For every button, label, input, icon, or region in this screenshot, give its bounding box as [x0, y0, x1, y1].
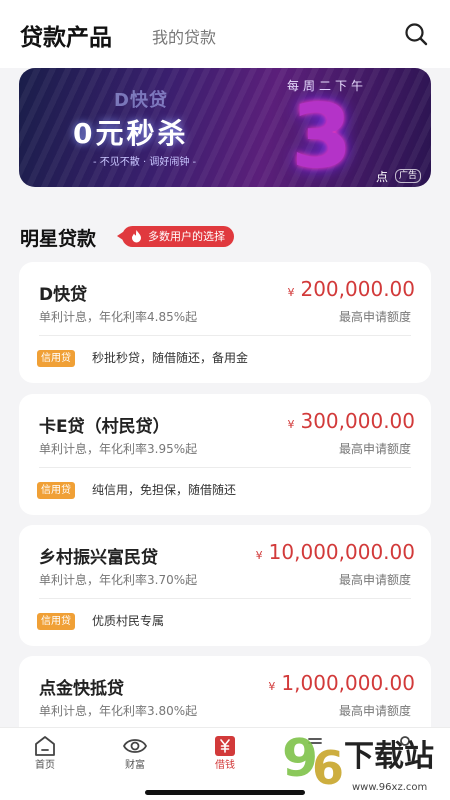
- banner-subtitle: D快贷: [114, 90, 168, 111]
- loan-name: 卡E贷（村民贷）: [39, 417, 170, 437]
- card-divider: [39, 598, 411, 599]
- loan-max-amount: ¥300,000.00: [287, 409, 415, 433]
- loan-rate: 单利计息，年化利率3.80%起: [39, 704, 198, 718]
- loan-feature: 纯信用，免担保，随借随还: [92, 483, 237, 497]
- loan-rate: 单利计息，年化利率3.95%起: [39, 442, 198, 456]
- loan-feature: 秒批秒贷，随借随还，备用金: [92, 351, 249, 365]
- loan-rate: 单利计息，年化利率4.85%起: [39, 310, 198, 324]
- home-indicator[interactable]: [145, 790, 305, 795]
- loan-feature: 优质村民专属: [92, 614, 165, 628]
- top-header: 贷款产品 我的贷款: [0, 0, 450, 68]
- home-icon: [35, 736, 55, 756]
- loan-limit-label: 最高申请额度: [338, 704, 411, 718]
- banner-hour-text: 点: [376, 170, 389, 184]
- loan-rate: 单利计息，年化利率3.70%起: [39, 573, 198, 587]
- loan-name: D快贷: [39, 285, 88, 305]
- search-icon[interactable]: [404, 22, 428, 46]
- loan-max-amount: ¥1,000,000.00: [268, 671, 415, 695]
- tab-home[interactable]: 首页: [0, 728, 90, 788]
- watermark-url: www.96xz.com: [352, 782, 428, 793]
- card-divider: [39, 467, 411, 468]
- amount-value: 200,000.00: [300, 277, 415, 301]
- tab-wealth-label: 财富: [125, 760, 145, 771]
- amount-value: 1,000,000.00: [281, 671, 415, 695]
- watermark-text: 下载站: [344, 739, 434, 774]
- loan-limit-label: 最高申请额度: [338, 573, 411, 587]
- tab-home-label: 首页: [35, 760, 55, 771]
- popular-badge-label: 多数用户的选择: [148, 230, 225, 243]
- currency-symbol: ¥: [287, 418, 295, 431]
- popular-badge: 多数用户的选择: [117, 226, 234, 247]
- section-title: 明星贷款: [20, 228, 97, 250]
- loan-card[interactable]: 卡E贷（村民贷） ¥300,000.00 单利计息，年化利率3.95%起 最高申…: [19, 394, 431, 515]
- amount-value: 10,000,000.00: [268, 540, 415, 564]
- eye-icon: [123, 739, 147, 753]
- currency-symbol: ¥: [255, 549, 263, 562]
- currency-symbol: ¥: [268, 680, 276, 693]
- tab-my-loans[interactable]: 我的贷款: [152, 24, 216, 48]
- fire-icon: [132, 230, 141, 243]
- tab-borrow[interactable]: 借钱: [180, 728, 270, 788]
- credit-loan-tag: 信用贷: [37, 350, 75, 367]
- banner-tagline: - 不见不散 · 调好闹钟 -: [93, 157, 197, 168]
- loan-limit-label: 最高申请额度: [338, 310, 411, 324]
- yen-icon: [215, 736, 235, 756]
- loan-limit-label: 最高申请额度: [338, 442, 411, 456]
- tab-wealth[interactable]: 财富: [90, 728, 180, 788]
- banner-number: 3: [291, 85, 353, 187]
- watermark-digit-six: 6: [312, 741, 345, 795]
- loan-card[interactable]: 乡村振兴富民贷 ¥10,000,000.00 单利计息，年化利率3.70%起 最…: [19, 525, 431, 646]
- credit-loan-tag: 信用贷: [37, 613, 75, 630]
- loan-card[interactable]: D快贷 ¥200,000.00 单利计息，年化利率4.85%起 最高申请额度 信…: [19, 262, 431, 383]
- ad-badge: 广告: [395, 169, 422, 183]
- currency-symbol: ¥: [287, 286, 295, 299]
- banner-headline: 0元秒杀: [73, 117, 189, 150]
- loan-name: 点金快抵贷: [39, 679, 124, 699]
- loan-name: 乡村振兴富民贷: [39, 548, 158, 568]
- credit-loan-tag: 信用贷: [37, 482, 75, 499]
- tab-borrow-label: 借钱: [215, 760, 235, 771]
- loan-max-amount: ¥10,000,000.00: [256, 540, 415, 564]
- amount-value: 300,000.00: [300, 409, 415, 433]
- card-divider: [39, 335, 411, 336]
- loan-max-amount: ¥200,000.00: [287, 277, 415, 301]
- promo-banner[interactable]: D快贷 0元秒杀 - 不见不散 · 调好闹钟 - 每周二下午 3: [19, 68, 431, 187]
- tab-loan-products[interactable]: 贷款产品: [20, 18, 112, 52]
